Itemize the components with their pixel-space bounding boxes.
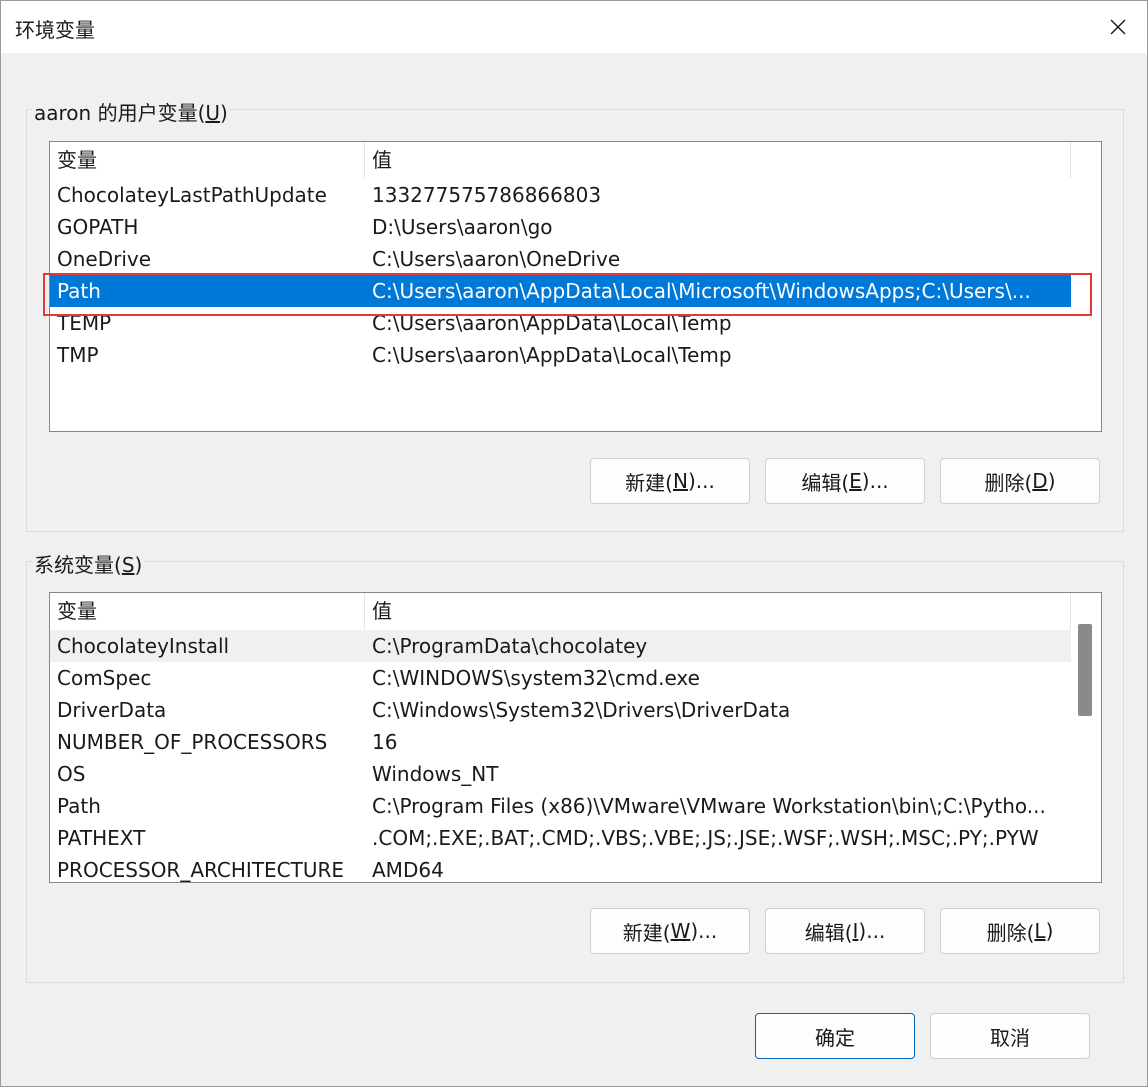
- variable-name-cell: Path: [57, 794, 101, 818]
- variable-value-cell: C:\Users\aaron\AppData\Local\Temp: [372, 311, 732, 335]
- table-row[interactable]: PROCESSOR_ARCHITECTURE AMD64: [50, 854, 1071, 882]
- variable-value-cell: C:\Windows\System32\Drivers\DriverData: [372, 698, 791, 722]
- table-row[interactable]: NUMBER_OF_PROCESSORS 16: [50, 726, 1071, 758]
- user-delete-button[interactable]: 删除(D): [940, 458, 1100, 504]
- system-edit-button[interactable]: 编辑(I)...: [765, 908, 925, 954]
- variable-name-cell: PROCESSOR_ARCHITECTURE: [57, 858, 345, 882]
- variable-value-cell: Windows_NT: [372, 762, 499, 786]
- variable-value-cell: .COM;.EXE;.BAT;.CMD;.VBS;.VBE;.JS;.JSE;.…: [372, 826, 1039, 850]
- title-bar: 环境变量: [1, 1, 1147, 53]
- table-row[interactable]: OS Windows_NT: [50, 758, 1071, 790]
- user-edit-button[interactable]: 编辑(E)...: [765, 458, 925, 504]
- system-variables-list[interactable]: 变量 值 ChocolateyInstall C:\ProgramData\cho…: [49, 592, 1102, 883]
- variable-value-cell: D:\Users\aaron\go: [372, 215, 553, 239]
- variable-name-cell: NUMBER_OF_PROCESSORS: [57, 730, 328, 754]
- user-variables-label: aaron 的用户变量(U): [32, 97, 230, 126]
- variable-name-cell: OS: [57, 762, 86, 786]
- variable-value-cell: C:\Users\aaron\AppData\Local\Temp: [372, 343, 732, 367]
- variable-value-cell: C:\Users\aaron\AppData\Local\Microsoft\W…: [372, 279, 1031, 303]
- variable-name-cell: TMP: [57, 343, 99, 367]
- variable-value-cell: AMD64: [372, 858, 444, 882]
- close-icon: [1110, 19, 1126, 35]
- variable-name-cell: GOPATH: [57, 215, 139, 239]
- window-title: 环境变量: [15, 18, 95, 42]
- user-new-button[interactable]: 新建(N)...: [590, 458, 750, 504]
- table-row[interactable]: TEMP C:\Users\aaron\AppData\Local\Temp: [50, 307, 1071, 339]
- list-header: 变量 值: [50, 593, 1101, 629]
- table-row[interactable]: Path C:\Program Files (x86)\VMware\VMware…: [50, 790, 1071, 822]
- table-row[interactable]: TMP C:\Users\aaron\AppData\Local\Temp: [50, 339, 1071, 371]
- variable-value-cell: C:\Program Files (x86)\VMware\VMware Wor…: [372, 794, 1046, 818]
- table-row[interactable]: ComSpec C:\WINDOWS\system32\cmd.exe: [50, 662, 1071, 694]
- system-delete-button[interactable]: 删除(L): [940, 908, 1100, 954]
- close-button[interactable]: [1089, 1, 1147, 53]
- table-row[interactable]: GOPATH D:\Users\aaron\go: [50, 211, 1071, 243]
- variable-name-cell: ChocolateyLastPathUpdate: [57, 183, 327, 207]
- variable-name-cell: OneDrive: [57, 247, 152, 271]
- variable-name-cell: Path: [57, 279, 101, 303]
- variable-value-cell: C:\WINDOWS\system32\cmd.exe: [372, 666, 700, 690]
- column-header-value[interactable]: 值: [365, 142, 1071, 178]
- column-header-variable[interactable]: 变量: [50, 593, 365, 629]
- table-row[interactable]: OneDrive C:\Users\aaron\OneDrive: [50, 243, 1071, 275]
- column-header-value[interactable]: 值: [365, 593, 1071, 629]
- table-row[interactable]: PATHEXT .COM;.EXE;.BAT;.CMD;.VBS;.VBE;.JS…: [50, 822, 1071, 854]
- variable-value-cell: C:\ProgramData\chocolatey: [372, 634, 648, 658]
- system-variables-label: 系统变量(S): [32, 549, 145, 578]
- variable-name-cell: DriverData: [57, 698, 167, 722]
- ok-button[interactable]: 确定: [755, 1013, 915, 1059]
- column-header-variable[interactable]: 变量: [50, 142, 365, 178]
- variable-name-cell: PATHEXT: [57, 826, 146, 850]
- variable-name-cell: TEMP: [57, 311, 112, 335]
- variable-value-cell: 16: [372, 730, 398, 754]
- table-row[interactable]: Path C:\Users\aaron\AppData\Local\Microso…: [50, 275, 1071, 307]
- variable-name-cell: ComSpec: [57, 666, 152, 690]
- cancel-button[interactable]: 取消: [930, 1013, 1090, 1059]
- table-row[interactable]: ChocolateyInstall C:\ProgramData\chocolat…: [50, 630, 1071, 662]
- user-variables-list[interactable]: 变量 值 ChocolateyLastPathUpdate 13327757578…: [49, 141, 1102, 432]
- vertical-scrollbar[interactable]: [1071, 593, 1101, 882]
- scrollbar-thumb[interactable]: [1078, 624, 1092, 716]
- list-header: 变量 值: [50, 142, 1101, 178]
- variable-name-cell: ChocolateyInstall: [57, 634, 230, 658]
- system-new-button[interactable]: 新建(W)...: [590, 908, 750, 954]
- table-row[interactable]: DriverData C:\Windows\System32\Drivers\Dr…: [50, 694, 1071, 726]
- environment-variables-dialog: 环境变量 aaron 的用户变量(U) 变量 值 ChocolateyLastP…: [0, 0, 1148, 1087]
- variable-value-cell: 133277575786866803: [372, 183, 602, 207]
- variable-value-cell: C:\Users\aaron\OneDrive: [372, 247, 621, 271]
- table-row[interactable]: ChocolateyLastPathUpdate 1332775757868668…: [50, 179, 1071, 211]
